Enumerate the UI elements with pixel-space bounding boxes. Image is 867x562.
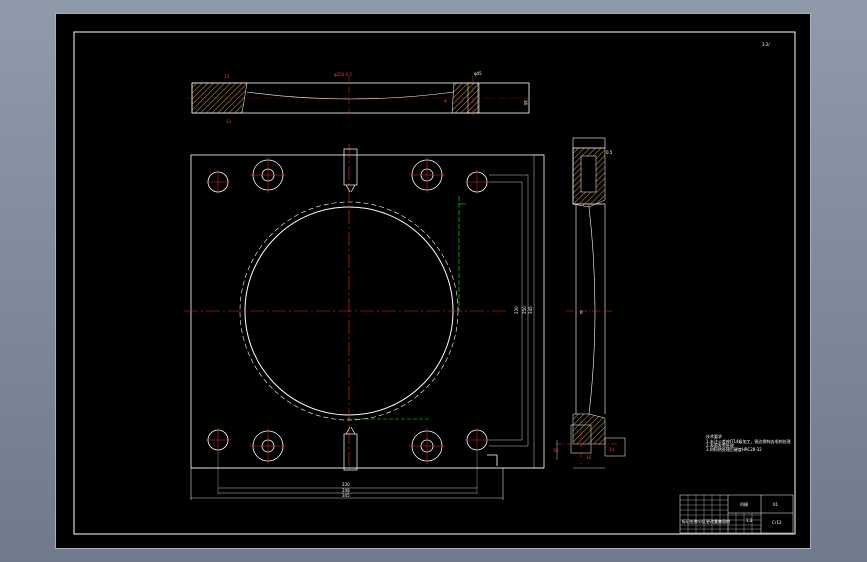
front-dim-right-1: 230 bbox=[514, 306, 519, 314]
title-block-material: Cr12 bbox=[772, 520, 782, 525]
side-view: 0.5 R 30 16 14 bbox=[553, 137, 626, 469]
title-block bbox=[679, 494, 794, 534]
side-view-dim-3: 14 bbox=[609, 447, 615, 452]
title-block-row-6: 日期 bbox=[722, 518, 730, 524]
title-block-row-2: 处数 bbox=[690, 518, 698, 524]
front-view: 230 248 345 230 250 345 bbox=[184, 144, 545, 500]
title-block-row-5: 签名 bbox=[714, 518, 722, 524]
top-view-right-label: φ bbox=[444, 98, 447, 103]
technical-notes: 技术要求 1.未注公差按IT14级加工，锐边倒钝去毛刺处理 2.表面发黑处理 3… bbox=[706, 433, 791, 452]
title-block-row-3: 分区 bbox=[698, 518, 706, 524]
pin-slot-top bbox=[343, 148, 358, 193]
roughness-corner-mark: 3.2/ bbox=[762, 42, 770, 47]
pin-slot-bottom bbox=[343, 426, 358, 471]
title-block-scale: 1:2 bbox=[746, 518, 753, 523]
side-view-top-label: 0.5 bbox=[606, 150, 613, 155]
title-block-drawing-no: 01 bbox=[773, 502, 779, 507]
side-view-mid-label: R bbox=[580, 310, 583, 315]
drawing-sheet: 3.2/ 13 13 φ250 0.2 φ45 φ 36 230 248 345… bbox=[55, 13, 811, 549]
notes-line-3: 3.材料热处理后硬度HRC28-32 bbox=[706, 446, 762, 452]
plate-outline bbox=[190, 154, 545, 469]
top-view-spot-label: φ45 bbox=[474, 71, 482, 76]
side-view-dim-2: 16 bbox=[586, 455, 592, 460]
top-view: 13 13 φ250 0.2 φ45 φ 36 bbox=[186, 71, 536, 124]
hole-group-top-left bbox=[206, 157, 286, 194]
title-block-row-1: 标记 bbox=[682, 518, 690, 524]
front-dim-bottom-1: 230 bbox=[342, 482, 350, 487]
side-view-dim-1: 30 bbox=[553, 448, 559, 453]
top-view-left-label-top: 13 bbox=[224, 74, 230, 79]
top-view-right-dim: 36 bbox=[523, 100, 528, 106]
front-dim-right-2: 250 bbox=[522, 306, 527, 314]
title-block-part-name: 凹模 bbox=[740, 501, 748, 507]
hole-group-top-right bbox=[409, 157, 489, 194]
cad-drawing-canvas: 3.2/ 13 13 φ250 0.2 φ45 φ 36 230 248 345… bbox=[73, 31, 796, 535]
top-view-center-label: φ250 0.2 bbox=[334, 72, 352, 77]
front-dim-bottom-3: 345 bbox=[342, 493, 350, 498]
front-dim-right-3: 345 bbox=[528, 306, 533, 314]
top-view-left-label-bottom: 13 bbox=[226, 119, 232, 124]
